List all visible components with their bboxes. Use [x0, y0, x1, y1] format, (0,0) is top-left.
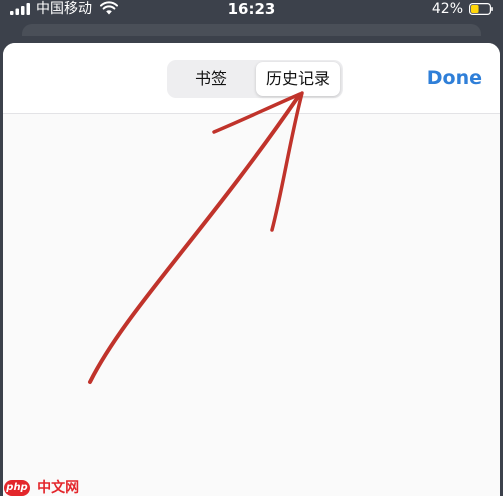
bookmarks-history-sheet: 书签 历史记录 Done — [3, 43, 500, 496]
tab-bookmarks[interactable]: 书签 — [171, 62, 251, 96]
watermark: php 中文网 — [4, 477, 80, 496]
watermark-text: 中文网 — [37, 479, 80, 496]
history-list-area — [3, 114, 500, 496]
background-page — [22, 24, 481, 36]
status-time: 16:23 — [227, 0, 276, 18]
done-button[interactable]: Done — [427, 65, 482, 91]
battery-icon — [469, 3, 493, 15]
segmented-control: 书签 历史记录 — [167, 60, 343, 98]
battery-fill — [471, 5, 479, 13]
sheet-header: 书签 历史记录 Done — [3, 43, 500, 114]
status-bar: 中国移动 16:23 42% — [0, 0, 503, 20]
tab-history[interactable]: 历史记录 — [256, 62, 340, 96]
battery-percent: 42% — [431, 1, 463, 17]
php-logo: php — [4, 479, 30, 496]
